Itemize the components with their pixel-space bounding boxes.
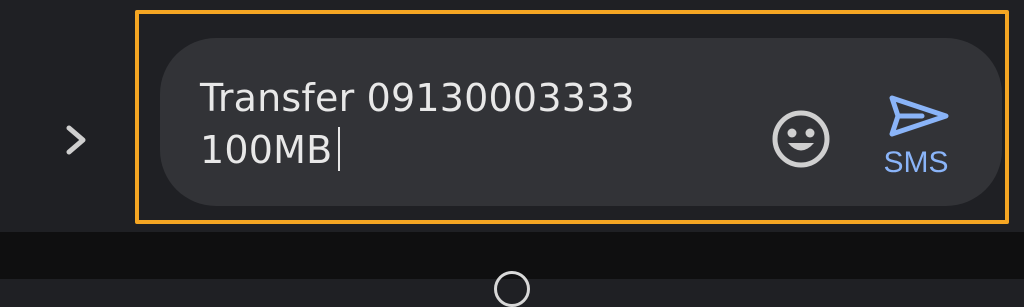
- send-label: SMS: [883, 146, 949, 179]
- send-sms-button[interactable]: SMS: [872, 92, 960, 188]
- home-button[interactable]: [494, 271, 530, 307]
- emoji-button[interactable]: [770, 108, 832, 170]
- expand-options-button[interactable]: [52, 112, 100, 168]
- send-icon: [889, 95, 949, 137]
- message-line-2: 100MB: [200, 128, 333, 172]
- message-line-1: Transfer 09130003333: [200, 76, 635, 120]
- smiley-icon: [772, 110, 830, 168]
- chevron-right-icon: [66, 125, 86, 155]
- message-input-text[interactable]: Transfer 09130003333 100MB: [200, 72, 720, 176]
- text-cursor: [338, 127, 341, 171]
